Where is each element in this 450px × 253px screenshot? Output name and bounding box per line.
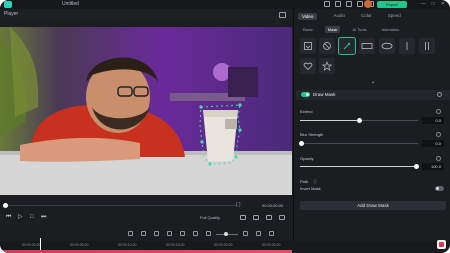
reset-icon[interactable] — [436, 109, 441, 114]
export-button[interactable]: Export — [377, 1, 407, 8]
single-line-mask-icon[interactable] — [399, 38, 415, 54]
player-label: Player — [4, 11, 19, 17]
subtitle-icon[interactable] — [167, 231, 172, 236]
opacity-label: Opacity — [300, 156, 314, 161]
extend-slider[interactable] — [300, 118, 418, 123]
heart-mask-icon[interactable] — [300, 58, 316, 74]
project-title: Untitled — [62, 1, 79, 7]
draw-mask-toggle[interactable] — [301, 92, 310, 97]
subtab-mask[interactable]: Mask — [324, 26, 341, 33]
maximize-button[interactable]: □ — [432, 1, 435, 8]
window-controls: — □ ✕ — [421, 1, 445, 8]
tab-video[interactable]: Video — [298, 13, 318, 20]
playback-controls: ⏮ ▷ □ ⏭ Full Quality — [0, 212, 292, 224]
reset-icon[interactable] — [436, 156, 441, 161]
ai-icon[interactable] — [180, 231, 185, 236]
grid-icon[interactable] — [256, 231, 261, 236]
path-info-icon[interactable]: ⓘ — [313, 179, 317, 185]
app-logo-icon — [4, 1, 12, 8]
app-badge-icon — [437, 240, 446, 249]
invert-mask-toggle[interactable] — [435, 186, 444, 191]
panel-divider[interactable] — [293, 9, 294, 241]
draw-mask-pen-icon[interactable] — [338, 37, 356, 55]
image-mask-icon[interactable] — [300, 38, 316, 54]
next-frame-icon[interactable]: ⏭ — [41, 214, 46, 221]
rectangle-mask-icon[interactable] — [359, 38, 375, 54]
no-mask-icon[interactable] — [319, 38, 335, 54]
more-icon[interactable] — [269, 231, 274, 236]
star-mask-icon[interactable] — [319, 58, 335, 74]
scrub-handle[interactable] — [3, 203, 8, 208]
quality-select[interactable]: Full Quality — [200, 215, 220, 220]
snap-icon[interactable] — [193, 231, 198, 236]
microphone-icon[interactable] — [154, 231, 159, 236]
player-header: Player — [0, 9, 292, 21]
editor-window: Untitled Export — □ ✕ Player {} 00:00:0… — [0, 0, 450, 253]
invert-mask-label: Invert Mask — [300, 186, 321, 191]
double-line-mask-icon[interactable] — [419, 38, 435, 54]
playback-scrubber[interactable]: { } 00:00:00:00 — [0, 202, 292, 210]
tab-speed[interactable]: Speed — [388, 13, 401, 20]
ruler-tick: 00:00:20:00 — [214, 243, 233, 247]
extend-value-input[interactable]: 0.0 — [422, 117, 444, 124]
inspector-tabs: Video Audio Color Speed — [298, 13, 401, 20]
ellipse-mask-icon[interactable] — [379, 38, 395, 54]
subtab-animation[interactable]: Animation — [379, 26, 403, 33]
avatar[interactable] — [364, 0, 372, 8]
tab-audio[interactable]: Audio — [333, 13, 345, 20]
subtab-basic[interactable]: Basic — [300, 26, 316, 33]
extend-label: Extend — [300, 109, 313, 114]
play-icon[interactable]: ▷ — [18, 214, 23, 221]
close-button[interactable]: ✕ — [441, 1, 445, 8]
opacity-slider[interactable] — [300, 164, 419, 169]
add-draw-mask-button[interactable]: Add Draw Mask — [300, 201, 446, 210]
cloud-icon[interactable] — [346, 1, 352, 7]
blur-strength-slider[interactable] — [299, 141, 418, 146]
previous-frame-icon[interactable]: ⏮ — [6, 214, 11, 221]
mark-in-out[interactable]: { } — [236, 202, 241, 208]
subtab-ai-tools[interactable]: AI Tools — [349, 26, 369, 33]
zoom-in-icon[interactable] — [243, 231, 248, 236]
opacity-slider-handle[interactable] — [414, 164, 419, 169]
gift-icon[interactable] — [357, 1, 363, 7]
opacity-value-input[interactable]: 100.0 — [422, 163, 444, 170]
timeline-zoom-handle[interactable] — [224, 232, 228, 236]
volume-icon[interactable] — [266, 215, 272, 220]
inspector-subtabs: Basic Mask AI Tools Animation — [300, 26, 402, 33]
expand-shapes-icon[interactable]: ▴ — [372, 79, 374, 84]
minimize-button[interactable]: — — [421, 1, 426, 8]
ruler-tick: 00:00:25:00 — [262, 243, 281, 247]
zoom-out-icon[interactable] — [206, 231, 211, 236]
layout-icon[interactable] — [335, 1, 341, 7]
shield-icon[interactable] — [141, 231, 146, 236]
blur-strength-slider-handle[interactable] — [299, 141, 304, 146]
record-icon[interactable] — [128, 231, 133, 236]
blur-strength-value-input[interactable]: 0.0 — [422, 140, 444, 147]
fullscreen-icon[interactable] — [279, 215, 285, 220]
draw-mask-section-header: Draw Mask — [296, 90, 450, 100]
blur-strength-label: Blur Strength — [300, 132, 324, 137]
scrub-track[interactable] — [5, 205, 237, 206]
tab-color[interactable]: Color — [361, 13, 372, 20]
path-label: Path — [300, 179, 309, 184]
ruler-tick: 00:00:05:00 — [70, 243, 89, 247]
video-preview[interactable] — [0, 27, 292, 195]
snapshot-icon[interactable] — [279, 12, 286, 18]
ruler-tick: 00:00:10:00 — [118, 243, 137, 247]
video-frame-image — [0, 27, 292, 195]
reset-icon[interactable] — [436, 132, 441, 137]
display-icon[interactable] — [240, 215, 246, 220]
extend-slider-handle[interactable] — [357, 118, 362, 123]
draw-mask-label: Draw Mask — [313, 92, 336, 97]
timeline-toolbar — [0, 229, 292, 239]
current-timecode: 00:00:00:00 — [262, 203, 284, 208]
ruler-tick: 00:00:00:00 — [22, 243, 41, 247]
stop-icon[interactable]: □ — [30, 214, 34, 221]
camera-icon[interactable] — [253, 215, 259, 220]
title-bar: Untitled Export — □ ✕ — [0, 0, 450, 9]
monitor-icon[interactable] — [324, 1, 330, 7]
ruler-tick: 00:00:15:00 — [166, 243, 185, 247]
info-icon[interactable] — [437, 92, 442, 97]
